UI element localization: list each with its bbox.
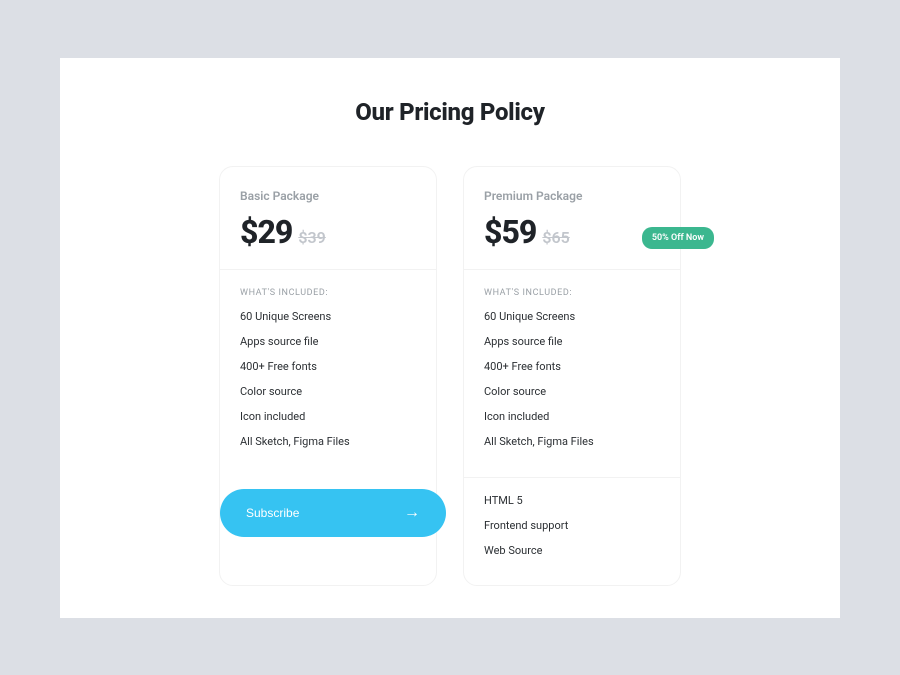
price-row: $59 $65 (484, 213, 660, 251)
feature-item: Frontend support (484, 519, 660, 532)
plan-original-price: $65 (542, 228, 569, 247)
pricing-panel: Our Pricing Policy Basic Package $29 $39… (60, 58, 840, 618)
feature-item: Color source (240, 385, 416, 398)
plan-name: Premium Package (484, 189, 660, 203)
feature-item: All Sketch, Figma Files (240, 435, 416, 448)
feature-item: 400+ Free fonts (484, 360, 660, 373)
feature-item: HTML 5 (484, 494, 660, 507)
plan-header: Basic Package $29 $39 (220, 167, 436, 270)
feature-item: Icon included (240, 410, 416, 423)
arrow-right-icon: → (404, 504, 420, 522)
plan-name: Basic Package (240, 189, 416, 203)
plan-original-price: $39 (298, 228, 325, 247)
discount-badge: 50% Off Now (642, 227, 714, 249)
subscribe-button[interactable]: Subscribe → (220, 489, 446, 537)
feature-item: Apps source file (484, 335, 660, 348)
plan-card-premium: 50% Off Now Premium Package $59 $65 WHAT… (463, 166, 681, 587)
feature-item: 60 Unique Screens (484, 310, 660, 323)
feature-item: 400+ Free fonts (240, 360, 416, 373)
included-label: WHAT'S INCLUDED: (484, 288, 660, 298)
subscribe-label: Subscribe (246, 506, 299, 520)
plan-price: $29 (240, 213, 292, 251)
price-row: $29 $39 (240, 213, 416, 251)
page-title: Our Pricing Policy (60, 98, 840, 126)
feature-item: Apps source file (240, 335, 416, 348)
feature-item: Web Source (484, 544, 660, 557)
plan-extras: HTML 5 Frontend support Web Source (464, 477, 680, 586)
feature-item: All Sketch, Figma Files (484, 435, 660, 448)
plan-card-basic: Basic Package $29 $39 WHAT'S INCLUDED: 6… (219, 166, 437, 587)
plan-body: WHAT'S INCLUDED: 60 Unique Screens Apps … (220, 270, 436, 477)
plan-body: WHAT'S INCLUDED: 60 Unique Screens Apps … (464, 270, 680, 477)
feature-item: Color source (484, 385, 660, 398)
plan-price: $59 (484, 213, 536, 251)
pricing-cards: Basic Package $29 $39 WHAT'S INCLUDED: 6… (60, 166, 840, 587)
plan-header: Premium Package $59 $65 (464, 167, 680, 270)
feature-item: Icon included (484, 410, 660, 423)
included-label: WHAT'S INCLUDED: (240, 288, 416, 298)
feature-item: 60 Unique Screens (240, 310, 416, 323)
